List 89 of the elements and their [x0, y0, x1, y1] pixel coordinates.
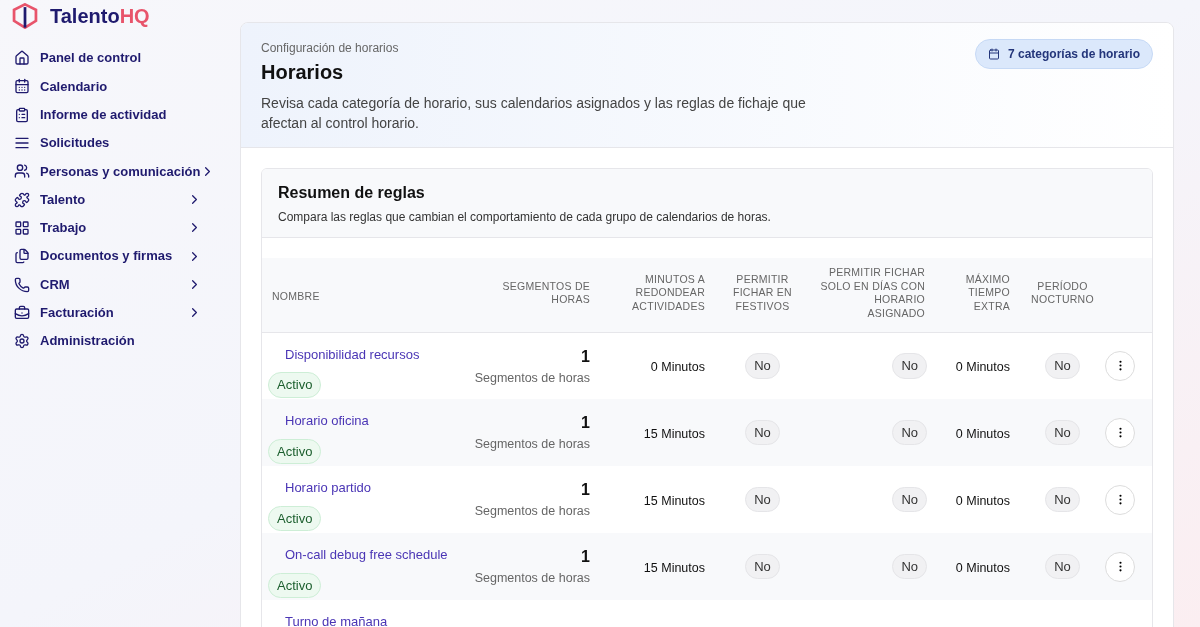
page-description: Revisa cada categoría de horario, sus calendarios asignados y las reglas de fichaje que afectan al control horario. — [261, 94, 807, 133]
sidebar-item[interactable]: Personas y comunicación — [14, 157, 202, 186]
value-pill: No — [1045, 486, 1080, 513]
sidebar-label: Trabajo — [40, 219, 88, 238]
value-pill: No — [745, 486, 780, 513]
sidebar-item[interactable]: Calendario — [14, 72, 202, 101]
segment-label: Segmentos de horas — [474, 503, 590, 520]
more-options-button[interactable] — [1105, 484, 1135, 515]
sidebar-item[interactable]: Panel de control — [14, 44, 202, 73]
users-icon — [14, 163, 30, 180]
column-header: SEGMENTOS DE HORAS — [501, 279, 590, 307]
column-header: NOMBRE — [272, 289, 320, 304]
schedule-name-link[interactable]: Turno de mañana — [285, 612, 388, 627]
schedule-name-link[interactable]: Horario oficina — [285, 411, 369, 431]
sidebar-label: Calendario — [40, 77, 109, 96]
column-header: PERMITIR FICHAR SOLO EN DÍAS CON HORARIO ASIGNADO — [820, 266, 925, 320]
sidebar-item[interactable]: Talento — [14, 185, 202, 214]
sidebar-label: Facturación — [40, 304, 115, 323]
schedule-name-link[interactable]: Horario partido — [285, 478, 371, 498]
segment-count: 1 — [581, 480, 590, 500]
rounding-value: 15 Minutos — [643, 560, 705, 575]
schedule-name-link[interactable]: On-call debug free schedule — [285, 545, 448, 565]
settings-icon — [14, 333, 30, 350]
rounding-value: 0 Minutos — [650, 359, 705, 374]
extra-time-value: 0 Minutos — [955, 359, 1010, 374]
sidebar-label: Personas y comunicación — [40, 162, 201, 181]
phone-icon — [14, 276, 30, 293]
home-icon — [14, 50, 30, 67]
rounding-value: 15 Minutos — [643, 493, 705, 508]
segment-label: Segmentos de horas — [474, 436, 590, 453]
section-subtitle: Compara las reglas que cambian el comportamiento de cada grupo de calendarios de horas. — [278, 209, 772, 225]
extra-time-value: 0 Minutos — [955, 426, 1010, 441]
value-pill: No — [1045, 553, 1080, 580]
briefcase-icon — [14, 304, 30, 321]
sidebar-item[interactable]: Trabajo — [14, 213, 202, 243]
more-options-button[interactable] — [1105, 551, 1135, 582]
section-title: Resumen de reglas — [278, 183, 426, 203]
puzzle-icon — [14, 191, 30, 208]
sidebar-item[interactable]: Solicitudes — [14, 128, 202, 158]
column-header: MÁXIMO TIEMPO EXTRA — [964, 272, 1010, 314]
sidebar-item[interactable]: Administración — [14, 326, 202, 356]
sidebar-item[interactable]: Facturación — [14, 298, 202, 327]
value-pill: No — [892, 353, 927, 379]
status-tag: Activo — [268, 572, 322, 598]
value-pill: No — [892, 419, 927, 446]
value-pill: No — [1045, 353, 1080, 379]
segment-label: Segmentos de horas — [474, 570, 590, 587]
extra-time-value: 0 Minutos — [955, 560, 1010, 575]
schedule-name-link[interactable]: Disponibilidad recursos — [285, 344, 420, 364]
value-pill: No — [745, 419, 780, 446]
segment-count: 1 — [581, 346, 590, 367]
status-tag: Activo — [268, 372, 322, 398]
page-title: Horarios — [261, 60, 345, 85]
status-tag: Activo — [268, 505, 322, 531]
clipboard-icon — [14, 106, 30, 123]
value-pill: No — [1045, 419, 1080, 446]
more-options-button[interactable] — [1105, 350, 1135, 381]
sidebar-label: Talento — [40, 190, 87, 209]
more-options-button[interactable] — [1105, 417, 1135, 448]
value-pill: No — [745, 553, 780, 580]
breadcrumb: Configuración de horarios — [261, 40, 400, 57]
sidebar-label: Administración — [40, 332, 136, 351]
grid-icon — [14, 219, 30, 236]
shield-logo-icon — [12, 3, 38, 29]
rounding-value: 15 Minutos — [643, 426, 705, 441]
calendar-icon — [14, 78, 30, 95]
files-icon — [14, 248, 30, 265]
status-tag: Activo — [268, 438, 322, 464]
segment-label: Segmentos de horas — [474, 369, 590, 387]
logo-text: TalentoHQ — [50, 4, 150, 28]
sidebar-label: Informe de actividad — [40, 106, 168, 124]
sidebar-label: CRM — [40, 275, 71, 294]
sidebar-label: Panel de control — [40, 49, 143, 68]
extra-time-value: 0 Minutos — [955, 493, 1010, 508]
sidebar-item[interactable]: Documentos y firmas — [14, 242, 202, 271]
sidebar-label: Documentos y firmas — [40, 247, 174, 266]
column-header: MINUTOS A REDONDEAR ACTIVIDADES — [631, 272, 705, 314]
segment-count: 1 — [581, 547, 590, 567]
sidebar-label: Solicitudes — [40, 134, 111, 153]
column-header: PERÍODO NOCTURNO — [1030, 279, 1095, 307]
sidebar-item[interactable]: CRM — [14, 270, 202, 299]
segment-count: 1 — [581, 413, 590, 433]
value-pill: No — [892, 486, 927, 513]
value-pill: No — [892, 553, 927, 580]
sidebar-item[interactable]: Informe de actividad — [14, 100, 202, 129]
column-header: PERMITIR FICHAR EN FESTIVOS — [732, 272, 793, 314]
calendar-icon — [987, 48, 1000, 60]
badge-label: 7 categorías de horario — [1007, 46, 1140, 63]
value-pill: No — [745, 353, 780, 379]
